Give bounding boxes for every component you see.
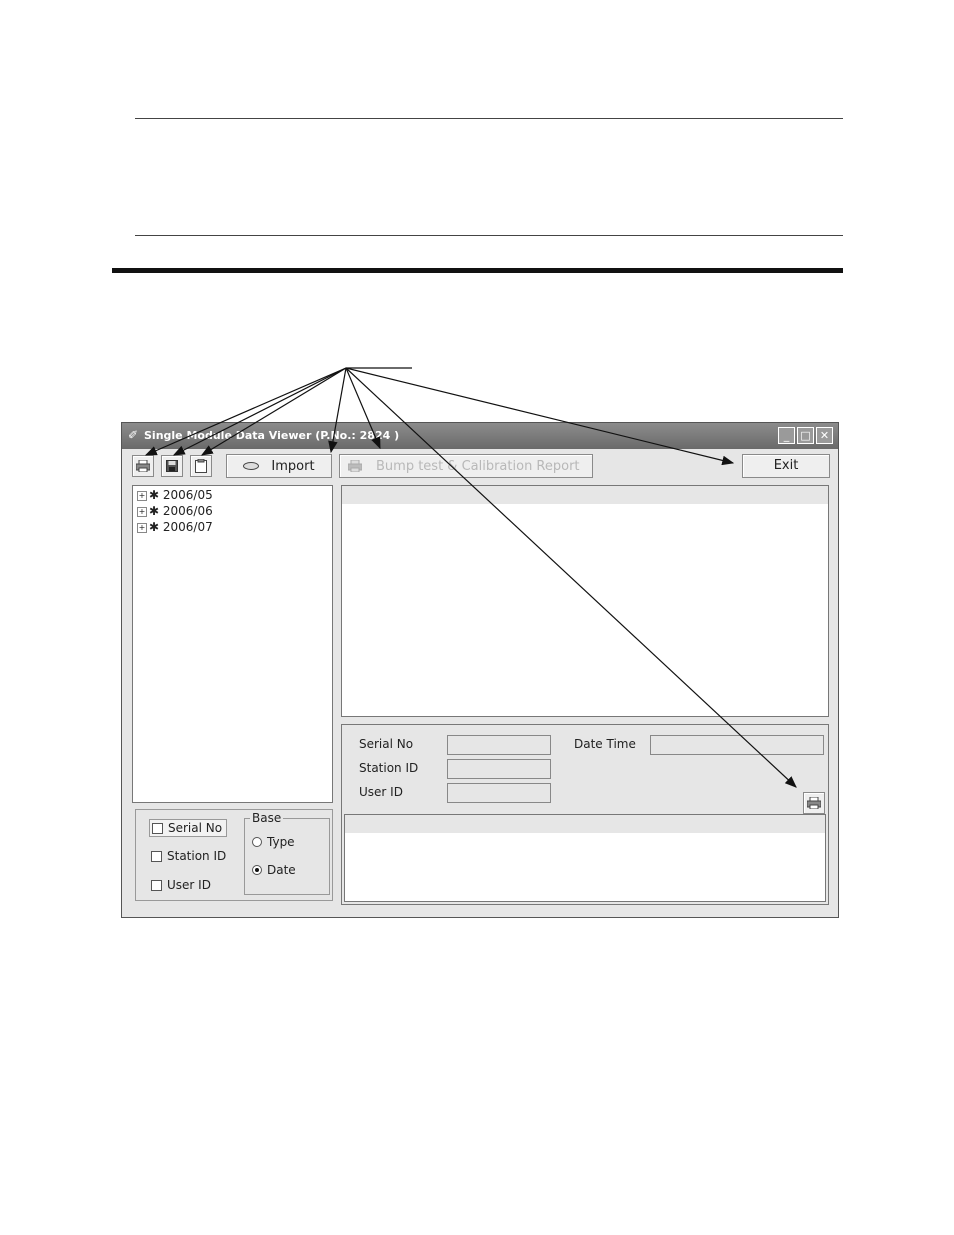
callout-arrows <box>144 367 797 788</box>
callout-arrow-copy <box>200 367 347 456</box>
callout-arrow-exit <box>345 367 735 466</box>
callout-arrow-import <box>328 367 347 454</box>
callout-arrow-save <box>172 367 347 456</box>
callout-arrow-report <box>345 367 381 450</box>
callout-arrow-detail-print <box>345 367 797 788</box>
callout-arrow-print <box>144 367 347 456</box>
